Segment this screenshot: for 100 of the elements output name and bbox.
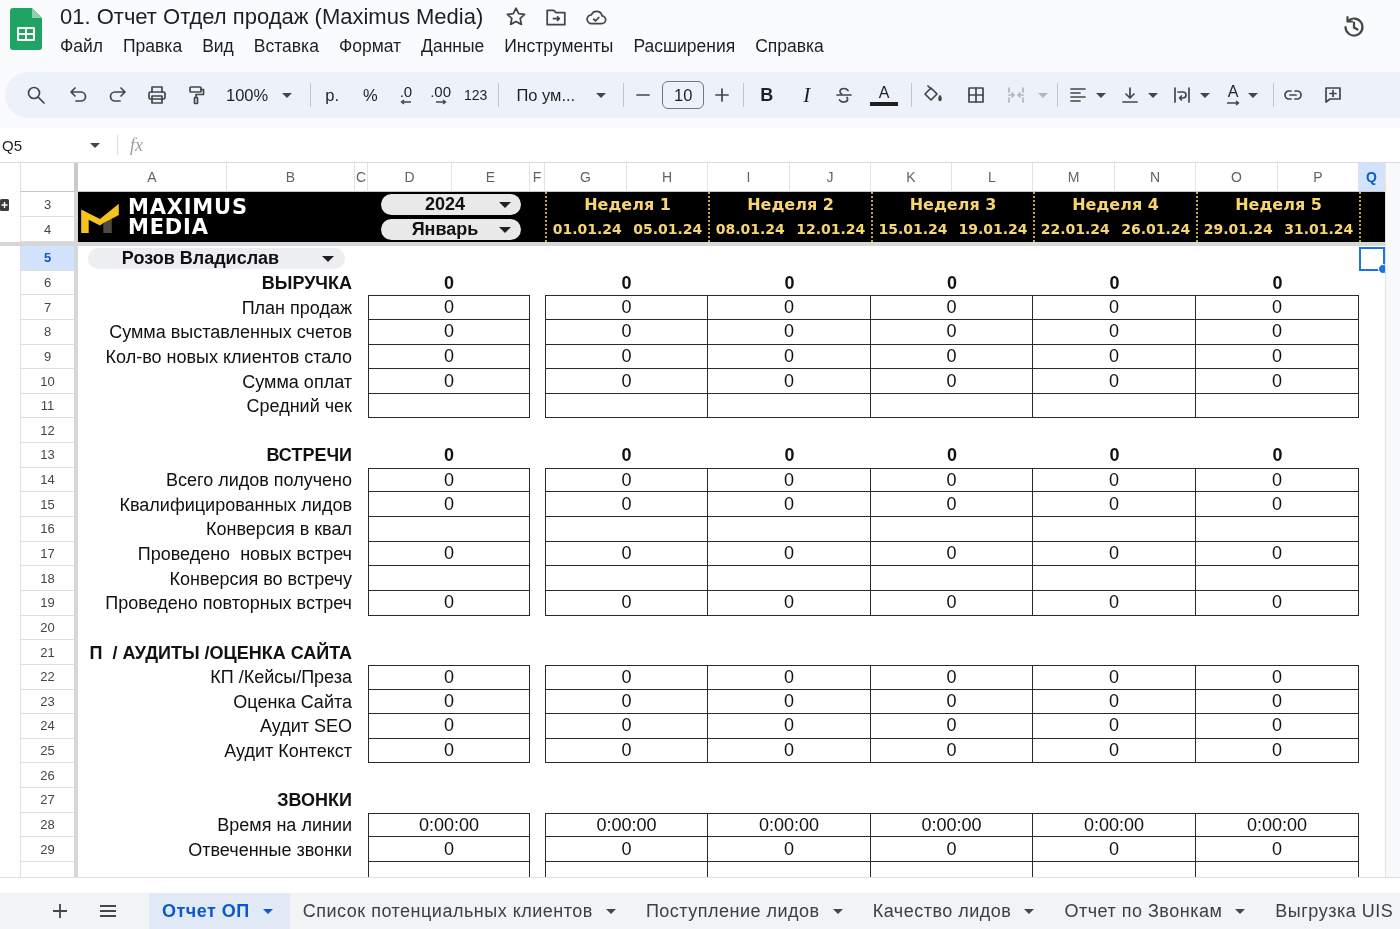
menu-item[interactable]: Инструменты [504, 34, 614, 58]
add-comment-icon[interactable] [1323, 85, 1344, 105]
row-header[interactable]: 5 [20, 246, 74, 271]
month-dropdown[interactable]: Январь [381, 219, 521, 240]
row-header[interactable]: 8 [20, 319, 74, 345]
percent-format-button[interactable]: % [362, 85, 378, 105]
row-header[interactable]: 9 [20, 344, 74, 370]
row-header[interactable]: 22 [20, 664, 74, 690]
menu-item[interactable]: Формат [338, 34, 402, 58]
row-header[interactable]: 16 [20, 517, 74, 542]
zoom-dropdown[interactable]: 100% [226, 85, 293, 105]
row-header[interactable]: 13 [20, 443, 74, 468]
row-label: Сумма оплат [242, 370, 352, 393]
row-header[interactable]: 24 [20, 714, 74, 739]
row-header[interactable]: 18 [20, 566, 74, 591]
sheet-tab[interactable]: Отчет ОП [149, 893, 290, 929]
right-arrow-icon [434, 99, 447, 105]
decrease-decimals-button[interactable]: .0 [399, 85, 413, 105]
table-cell: 0 [708, 689, 871, 715]
menu-icon[interactable] [99, 904, 117, 918]
text-rotation-button[interactable]: A [1226, 84, 1259, 106]
row-header[interactable]: 14 [20, 467, 74, 493]
table-cell: 0 [1196, 295, 1359, 320]
text-color-button[interactable]: A [870, 84, 899, 106]
currency-format-button[interactable]: р. [325, 85, 339, 105]
manager-dropdown[interactable]: Розов Владислав [88, 247, 345, 269]
table-cell: 0 [871, 369, 1033, 394]
document-title[interactable]: 01. Отчет Отдел продаж (Maximus Media) [60, 3, 484, 31]
star-icon[interactable] [505, 6, 528, 28]
table-cell: 0 [368, 319, 530, 345]
bold-button[interactable]: B [760, 85, 774, 105]
row-header[interactable]: 21 [20, 640, 74, 665]
font-dropdown[interactable]: По ум... [516, 85, 607, 105]
paint-roller-icon[interactable] [186, 85, 206, 105]
table-cell: 0 [1196, 467, 1359, 493]
row-header[interactable]: 4 [20, 217, 74, 242]
row-header[interactable]: 20 [20, 615, 74, 641]
column-header[interactable]: Q [1359, 163, 1385, 192]
row-header[interactable]: 29 [20, 837, 74, 862]
menu-item[interactable]: Вставка [253, 34, 319, 58]
row-header[interactable]: 27 [20, 788, 74, 813]
caret-icon[interactable] [90, 142, 100, 148]
menu-item[interactable]: Вид [202, 34, 234, 58]
section-title: П / АУДИТЫ /ОЦЕНКА САЙТА [89, 641, 352, 664]
vertical-align-button[interactable] [1120, 85, 1159, 105]
table-cell: 0 [871, 837, 1033, 862]
row-header[interactable]: 19 [20, 590, 74, 616]
table-cell: 0 [1033, 369, 1196, 394]
name-box[interactable]: Q5 [2, 136, 90, 154]
increase-decimals-button[interactable]: .00 [430, 85, 451, 105]
strikethrough-icon[interactable] [834, 85, 855, 105]
expand-group-icon[interactable] [0, 199, 9, 211]
total-value: 0 [620, 271, 633, 295]
row-header[interactable]: 15 [20, 492, 74, 518]
horizontal-align-button[interactable] [1068, 85, 1107, 105]
italic-button[interactable]: I [803, 85, 811, 105]
table-cell: 0 [368, 467, 530, 493]
font-size-field[interactable]: 10 [662, 81, 705, 109]
row-header[interactable]: 28 [20, 812, 74, 838]
borders-icon[interactable] [966, 85, 987, 105]
row-header[interactable]: 6 [20, 270, 74, 296]
sheet-tab[interactable]: Список потенциальных клиентов [289, 893, 633, 929]
history-icon[interactable] [1341, 14, 1367, 40]
menu-item[interactable]: Данные [421, 34, 485, 58]
table-cell: 0 [1033, 837, 1196, 862]
number-format-button[interactable]: 123 [464, 85, 488, 105]
sheet-tab[interactable]: Поступление лидов [632, 893, 860, 929]
spreadsheet-logo[interactable] [10, 8, 42, 50]
row-header[interactable]: 11 [20, 393, 74, 419]
menu-item[interactable]: Справка [755, 34, 824, 58]
week-title: Неделя 2 [746, 194, 835, 216]
table-cell: 0 [708, 714, 871, 739]
sheet-tab[interactable]: Качество лидов [859, 893, 1052, 929]
table-cell: 0 [1196, 714, 1359, 739]
row-header[interactable]: 25 [20, 738, 74, 764]
sheet-tab[interactable]: Выгрузка UIS [1262, 893, 1400, 929]
vertical-scrollbar[interactable] [1385, 163, 1400, 877]
menu-item[interactable]: Расширения [633, 34, 736, 58]
undo-icon[interactable] [69, 85, 89, 105]
text-wrap-button[interactable] [1172, 85, 1211, 105]
row-header[interactable]: 12 [20, 418, 74, 444]
menu-item[interactable]: Файл [60, 34, 104, 58]
add-sheet-icon[interactable] [52, 903, 68, 919]
row-header[interactable]: 10 [20, 369, 74, 394]
redo-icon[interactable] [107, 85, 127, 105]
search-icon[interactable] [26, 85, 46, 105]
caret-icon [1148, 92, 1159, 98]
sheet-tab[interactable]: Отчет по Звонкам [1051, 893, 1263, 929]
row-header[interactable]: 7 [20, 295, 74, 320]
plus-icon[interactable] [714, 87, 731, 103]
year-dropdown[interactable]: 2024 [381, 194, 521, 215]
row-header[interactable]: 26 [20, 763, 74, 789]
table-cell: 0 [368, 738, 530, 764]
row-header[interactable]: 3 [20, 192, 74, 217]
date-label: 26.01.24 [1120, 220, 1192, 239]
row-header[interactable]: 17 [20, 541, 74, 567]
table-cell: 0 [1196, 689, 1359, 715]
menu-item[interactable]: Правка [123, 34, 183, 58]
row-header[interactable]: 23 [20, 689, 74, 715]
print-icon[interactable] [147, 85, 167, 105]
